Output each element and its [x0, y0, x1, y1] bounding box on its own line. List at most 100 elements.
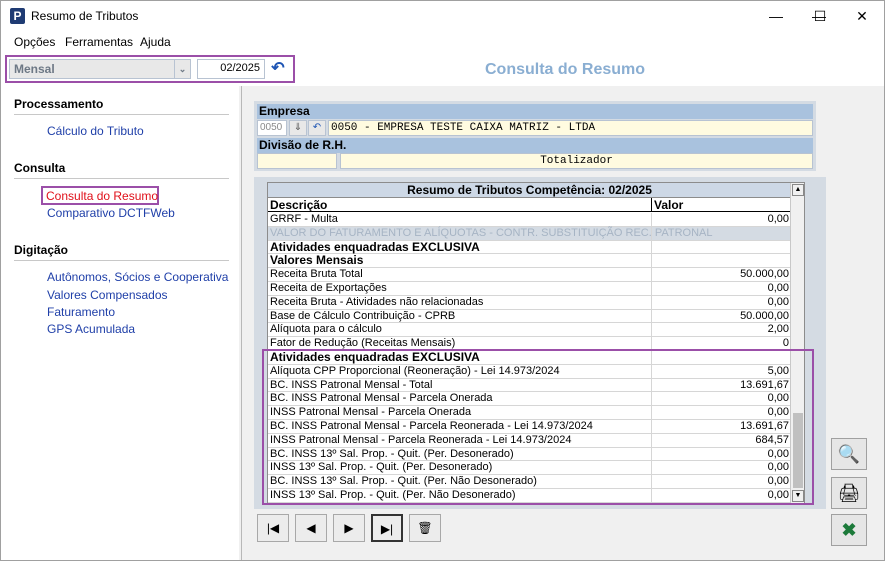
- cell-separator: [651, 337, 652, 350]
- table-row[interactable]: INSS 13º Sal. Prop. - Quit. (Per. Não De…: [268, 488, 791, 503]
- table-row[interactable]: Receita Bruta Total 50.000,00: [268, 268, 791, 282]
- table-row[interactable]: GRRF - Multa 0,00: [268, 213, 791, 227]
- table-row[interactable]: Alíquota CPP Proporcional (Reoneração) -…: [268, 364, 791, 379]
- cell-separator: [651, 240, 652, 254]
- sidebar-item-consulta-resumo[interactable]: Consulta do Resumo: [41, 186, 159, 205]
- table-row[interactable]: INSS Patronal Mensal - Parcela Reonerada…: [268, 433, 791, 448]
- table-row[interactable]: Fator de Redução (Receitas Mensais) 0: [268, 337, 791, 351]
- table-row[interactable]: Receita de Exportações 0,00: [268, 281, 791, 296]
- cell-separator: [651, 268, 652, 281]
- table-row[interactable]: BC. INSS 13º Sal. Prop. - Quit. (Per. De…: [268, 447, 791, 462]
- cell-separator: [651, 281, 652, 295]
- period-select[interactable]: Mensal ⌄: [9, 59, 191, 79]
- download-icon[interactable]: ⇓: [289, 120, 307, 136]
- cell-valor: 50.000,00: [740, 309, 789, 322]
- grid-title: Resumo de Tributos Competência: 02/2025: [268, 183, 791, 198]
- cell-valor: 0,00: [767, 392, 789, 405]
- chevron-down-icon[interactable]: ⌄: [174, 60, 190, 78]
- division-code-field[interactable]: [257, 153, 337, 169]
- app-icon: P: [10, 8, 25, 24]
- table-row[interactable]: INSS Patronal Mensal - Parcela Onerada 0,…: [268, 406, 791, 420]
- table-row[interactable]: BC. INSS Patronal Mensal - Total 13.691,6…: [268, 378, 791, 393]
- cell-descricao: Alíquota CPP Proporcional (Reoneração) -…: [270, 364, 560, 377]
- cell-valor: 684,57: [755, 433, 789, 446]
- sidebar-item-valores-compensados[interactable]: Valores Compensados: [47, 288, 168, 302]
- cell-valor: 0: [782, 337, 789, 350]
- summary-grid-panel: Resumo de Tributos Competência: 02/2025 …: [254, 177, 826, 509]
- table-row[interactable]: BC. INSS Patronal Mensal - Parcela Reone…: [268, 419, 791, 434]
- table-row[interactable]: Atividades enquadradas EXCLUSIVA: [268, 240, 791, 255]
- cell-valor: 0,00: [767, 295, 789, 308]
- close-icon[interactable]: ✕: [839, 1, 885, 31]
- menu-ajuda[interactable]: Ajuda: [140, 35, 171, 49]
- cell-descricao: Fator de Redução (Receitas Mensais): [270, 337, 456, 350]
- sidebar-item-autonomos[interactable]: Autônomos, Sócios e Cooperativa: [47, 270, 228, 284]
- menu-bar: Opções Ferramentas Ajuda: [1, 31, 884, 53]
- grid-rows: GRRF - Multa 0,00 VALOR DO FATURAMENTO E A…: [268, 213, 791, 503]
- table-row[interactable]: INSS 13º Sal. Prop. - Quit. (Per. Desone…: [268, 461, 791, 476]
- company-code-input[interactable]: 0050: [257, 120, 287, 136]
- exit-excel-icon[interactable]: ✖: [831, 514, 867, 546]
- next-record-button[interactable]: ▶: [333, 514, 365, 542]
- cell-descricao: Valores Mensais: [270, 253, 364, 268]
- table-row[interactable]: Base de Cálculo Contribuição - CPRB 50.00…: [268, 309, 791, 324]
- cell-descricao: INSS 13º Sal. Prop. - Quit. (Per. Desone…: [270, 461, 493, 474]
- table-row[interactable]: BC. INSS 13º Sal. Prop. - Quit. (Per. Nã…: [268, 475, 791, 489]
- previous-record-button[interactable]: ◀: [295, 514, 327, 542]
- first-record-button[interactable]: |◀: [257, 514, 289, 542]
- company-panel: Empresa 0050 ⇓ ↶ 0050 - EMPRESA TESTE CA…: [254, 101, 816, 171]
- cell-descricao: INSS 13º Sal. Prop. - Quit. (Per. Não De…: [270, 488, 516, 501]
- cell-separator: [651, 364, 652, 378]
- table-row[interactable]: Alíquota para o cálculo 2,00: [268, 323, 791, 338]
- division-header: Divisão de R.H.: [257, 138, 813, 153]
- print-icon[interactable]: 🖨: [831, 477, 867, 509]
- menu-opcoes[interactable]: Opções: [14, 35, 55, 49]
- cell-separator: [651, 406, 652, 419]
- competence-date-input[interactable]: 02/2025: [197, 59, 265, 79]
- cell-separator: [651, 226, 652, 240]
- sidebar-item-label: Consulta do Resumo: [46, 189, 159, 203]
- menu-ferramentas[interactable]: Ferramentas: [65, 35, 133, 49]
- column-header-descricao[interactable]: Descrição: [270, 198, 327, 212]
- cell-descricao: Receita Bruta Total: [270, 268, 363, 281]
- last-record-button[interactable]: ▶|: [371, 514, 403, 542]
- search-user-icon[interactable]: 🔍: [831, 438, 867, 470]
- sidebar-item-comparativo-dctfweb[interactable]: Comparativo DCTFWeb: [47, 206, 175, 220]
- table-row[interactable]: Atividades enquadradas EXCLUSIVA: [268, 350, 791, 365]
- company-name-field: 0050 - EMPRESA TESTE CAIXA MATRIZ - LTDA: [328, 120, 813, 136]
- summary-grid[interactable]: Resumo de Tributos Competência: 02/2025 …: [267, 182, 805, 505]
- scroll-down-icon[interactable]: ▼: [792, 490, 804, 502]
- sidebar-item-calculo-tributo[interactable]: Cálculo do Tributo: [47, 124, 144, 138]
- table-row[interactable]: Valores Mensais: [268, 253, 791, 269]
- cell-separator: [651, 295, 652, 309]
- delete-button[interactable]: 🗑: [409, 514, 441, 542]
- cell-valor: 0,00: [767, 475, 789, 488]
- sidebar-item-gps-acumulada[interactable]: GPS Acumulada: [47, 322, 135, 336]
- period-select-value: Mensal: [14, 62, 55, 76]
- minimize-icon[interactable]: —: [753, 1, 799, 31]
- grid-scrollbar[interactable]: ▲ ▼: [790, 183, 804, 504]
- cell-descricao: Receita Bruta - Atividades não relaciona…: [270, 295, 484, 308]
- cell-separator: [651, 309, 652, 323]
- cell-separator: [651, 378, 652, 392]
- scroll-up-icon[interactable]: ▲: [792, 184, 804, 196]
- section-consulta: Consulta: [14, 161, 66, 175]
- table-row[interactable]: BC. INSS Patronal Mensal - Parcela Onera…: [268, 392, 791, 407]
- cell-valor: 13.691,67: [740, 378, 789, 391]
- divider: [14, 260, 229, 261]
- table-row[interactable]: VALOR DO FATURAMENTO E ALÍQUOTAS - CONTR…: [268, 226, 791, 241]
- cell-descricao: BC. INSS Patronal Mensal - Parcela Onera…: [270, 392, 493, 405]
- cell-descricao: BC. INSS Patronal Mensal - Parcela Reone…: [270, 419, 593, 432]
- cell-descricao: Receita de Exportações: [270, 281, 387, 294]
- cell-separator: [651, 461, 652, 475]
- column-header-valor[interactable]: Valor: [654, 198, 683, 212]
- maximize-icon[interactable]: ☐: [797, 1, 843, 31]
- division-name-field: Totalizador: [340, 153, 813, 169]
- cell-descricao: BC. INSS 13º Sal. Prop. - Quit. (Per. Nã…: [270, 475, 537, 488]
- sidebar-item-faturamento[interactable]: Faturamento: [47, 305, 115, 319]
- table-row[interactable]: Receita Bruta - Atividades não relaciona…: [268, 295, 791, 310]
- cell-valor: 2,00: [767, 323, 789, 336]
- scroll-thumb[interactable]: [793, 413, 803, 488]
- undo-icon[interactable]: ↶: [308, 120, 326, 136]
- refresh-icon[interactable]: ↶: [267, 59, 289, 79]
